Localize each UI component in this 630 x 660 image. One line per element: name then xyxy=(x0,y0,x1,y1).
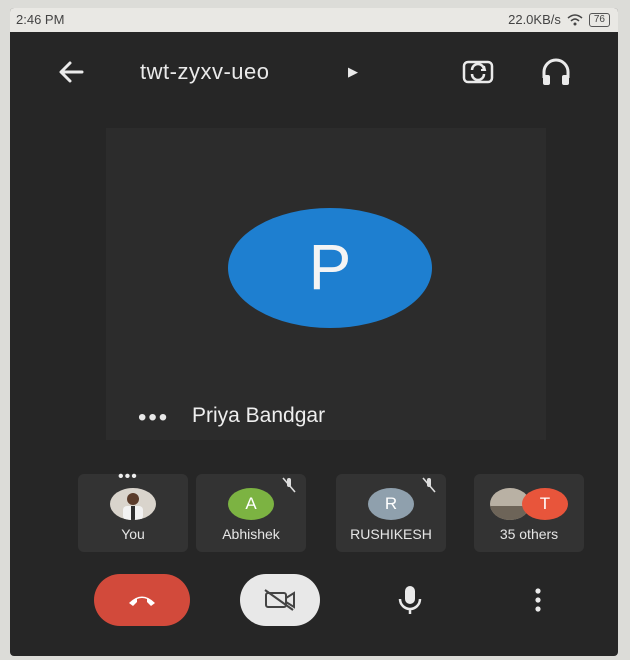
switch-camera-icon[interactable] xyxy=(458,52,498,92)
meeting-code[interactable]: twt-zyxv-ueo xyxy=(140,59,269,85)
caret-right-icon[interactable]: ▶ xyxy=(348,64,358,80)
headphones-icon[interactable] xyxy=(538,54,574,90)
microphone-icon[interactable] xyxy=(390,580,430,620)
end-call-icon xyxy=(129,596,155,606)
camera-toggle-button[interactable] xyxy=(240,574,320,626)
back-arrow-icon[interactable] xyxy=(54,54,90,90)
top-bar: twt-zyxv-ueo ▶ xyxy=(10,44,618,100)
avatar: R xyxy=(368,488,414,520)
more-vertical-icon[interactable] xyxy=(518,580,558,620)
wifi-icon xyxy=(567,13,583,25)
avatar xyxy=(110,488,156,520)
participant-card-others[interactable]: T 35 others xyxy=(474,474,584,552)
call-controls xyxy=(10,568,618,638)
participant-name: 35 others xyxy=(499,526,559,542)
participant-name: RUSHIKESH xyxy=(350,526,432,542)
end-call-button[interactable] xyxy=(94,574,190,626)
speaker-name: Priya Bandgar xyxy=(192,404,326,427)
status-time: 2:46 PM xyxy=(16,12,65,27)
meet-screen: 2:46 PM 22.0KB/s 76 twt-zyxv-ueo ▶ P •••… xyxy=(10,8,618,656)
participant-card-you[interactable]: ••• You xyxy=(78,468,188,552)
status-bar: 2:46 PM 22.0KB/s 76 xyxy=(10,8,618,32)
mic-off-icon xyxy=(282,477,296,493)
status-right: 22.0KB/s 76 xyxy=(508,12,610,27)
participant-name: You xyxy=(121,526,145,542)
more-icon[interactable]: ••• xyxy=(118,468,138,486)
mic-off-icon xyxy=(422,477,436,493)
participant-strip: ••• You A Abhishek R RUSHIKESH T 35 othe… xyxy=(78,468,606,554)
participant-name: Abhishek xyxy=(222,526,280,542)
camera-off-icon xyxy=(264,589,295,611)
tile-more-icon[interactable]: ••• xyxy=(138,404,169,432)
avatar: T xyxy=(522,488,568,520)
speaker-avatar: P xyxy=(228,208,432,328)
avatar: A xyxy=(228,488,274,520)
participant-card-rushikesh[interactable]: R RUSHIKESH xyxy=(336,474,446,552)
battery-indicator: 76 xyxy=(588,12,610,27)
participant-card-abhishek[interactable]: A Abhishek xyxy=(196,474,306,552)
net-speed: 22.0KB/s xyxy=(508,12,561,27)
